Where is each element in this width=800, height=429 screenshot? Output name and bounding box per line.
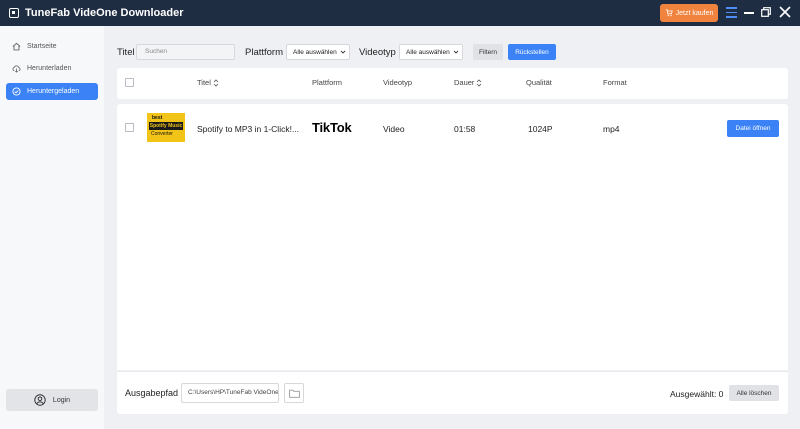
reset-button[interactable]: Rückstellen xyxy=(508,44,556,60)
menu-icon[interactable] xyxy=(726,7,737,18)
home-icon xyxy=(12,42,21,51)
login-button[interactable]: Login xyxy=(6,389,98,411)
close-icon[interactable] xyxy=(778,5,792,19)
chevron-down-icon xyxy=(340,50,346,54)
sort-icon xyxy=(477,78,482,87)
search-input[interactable]: Suchen xyxy=(136,44,235,60)
folder-icon xyxy=(288,389,300,398)
videotype-select[interactable]: Alle auswählen xyxy=(399,44,463,60)
platform-select-value: Alle auswählen xyxy=(293,48,337,56)
browse-folder-button[interactable] xyxy=(284,383,304,403)
column-quality: Qualität xyxy=(526,78,552,87)
user-icon xyxy=(34,394,46,406)
table-row[interactable]: best Spotify Music Converter Spotify to … xyxy=(117,104,788,152)
sidebar-item-download[interactable]: Herunterladen xyxy=(6,60,98,77)
cloud-download-icon xyxy=(12,65,21,73)
row-format: mp4 xyxy=(603,124,620,134)
delete-all-button[interactable]: Alle löschen xyxy=(729,385,779,401)
filter-button[interactable]: Filtern xyxy=(473,44,503,60)
open-file-button[interactable]: Datei öffnen xyxy=(727,120,779,137)
column-duration[interactable]: Dauer xyxy=(454,78,482,87)
app-title: TuneFab VideOne Downloader xyxy=(25,7,184,19)
platform-filter-label: Plattform xyxy=(245,47,284,58)
row-quality: 1024P xyxy=(528,124,553,134)
selected-count: Ausgewählt: 0 xyxy=(670,389,724,399)
sidebar-item-label: Startseite xyxy=(27,43,57,50)
platform-select[interactable]: Alle auswählen xyxy=(286,44,350,60)
videotype-select-value: Alle auswählen xyxy=(406,48,450,56)
cart-icon xyxy=(665,9,673,17)
sidebar-item-home[interactable]: Startseite xyxy=(6,38,98,55)
row-title: Spotify to MP3 in 1-Click!... xyxy=(197,124,300,134)
column-format: Format xyxy=(603,78,627,87)
check-circle-icon xyxy=(12,87,21,96)
sidebar-item-label: Herunterladen xyxy=(27,65,72,72)
table-header: Titel Plattform Videotyp Dauer Qualität … xyxy=(117,68,788,99)
title-filter-label: Titel xyxy=(117,47,135,58)
sidebar-item-label: Heruntergeladen xyxy=(27,88,80,95)
videotype-filter-label: Videotyp xyxy=(359,47,396,58)
buy-now-button[interactable]: Jetzt kaufen xyxy=(660,4,718,22)
video-thumbnail: best Spotify Music Converter xyxy=(147,113,185,142)
row-checkbox[interactable] xyxy=(125,123,134,132)
row-videotype: Video xyxy=(383,124,405,134)
buy-now-label: Jetzt kaufen xyxy=(675,9,714,17)
minimize-icon[interactable] xyxy=(744,12,754,14)
chevron-down-icon xyxy=(453,50,459,54)
column-videotype: Videotyp xyxy=(383,78,413,87)
footer-bar: Ausgabepfad C:\Users\HP\TuneFab VideOne … xyxy=(117,371,788,414)
restore-icon[interactable] xyxy=(761,7,771,17)
row-duration: 01:58 xyxy=(454,124,476,134)
select-all-checkbox[interactable] xyxy=(125,78,134,87)
app-logo-icon xyxy=(9,8,19,18)
column-platform: Plattform xyxy=(312,78,343,87)
sort-icon xyxy=(213,78,219,87)
login-label: Login xyxy=(52,396,71,404)
sidebar-item-downloaded[interactable]: Heruntergeladen xyxy=(6,83,98,100)
sidebar: Startseite Herunterladen Heruntergeladen… xyxy=(0,26,104,429)
output-path-input[interactable]: C:\Users\HP\TuneFab VideOne xyxy=(181,383,279,403)
platform-logo: TikTok xyxy=(312,120,352,135)
download-list: best Spotify Music Converter Spotify to … xyxy=(117,104,788,370)
output-path-label: Ausgabepfad xyxy=(125,388,179,398)
column-title[interactable]: Titel xyxy=(197,78,219,87)
